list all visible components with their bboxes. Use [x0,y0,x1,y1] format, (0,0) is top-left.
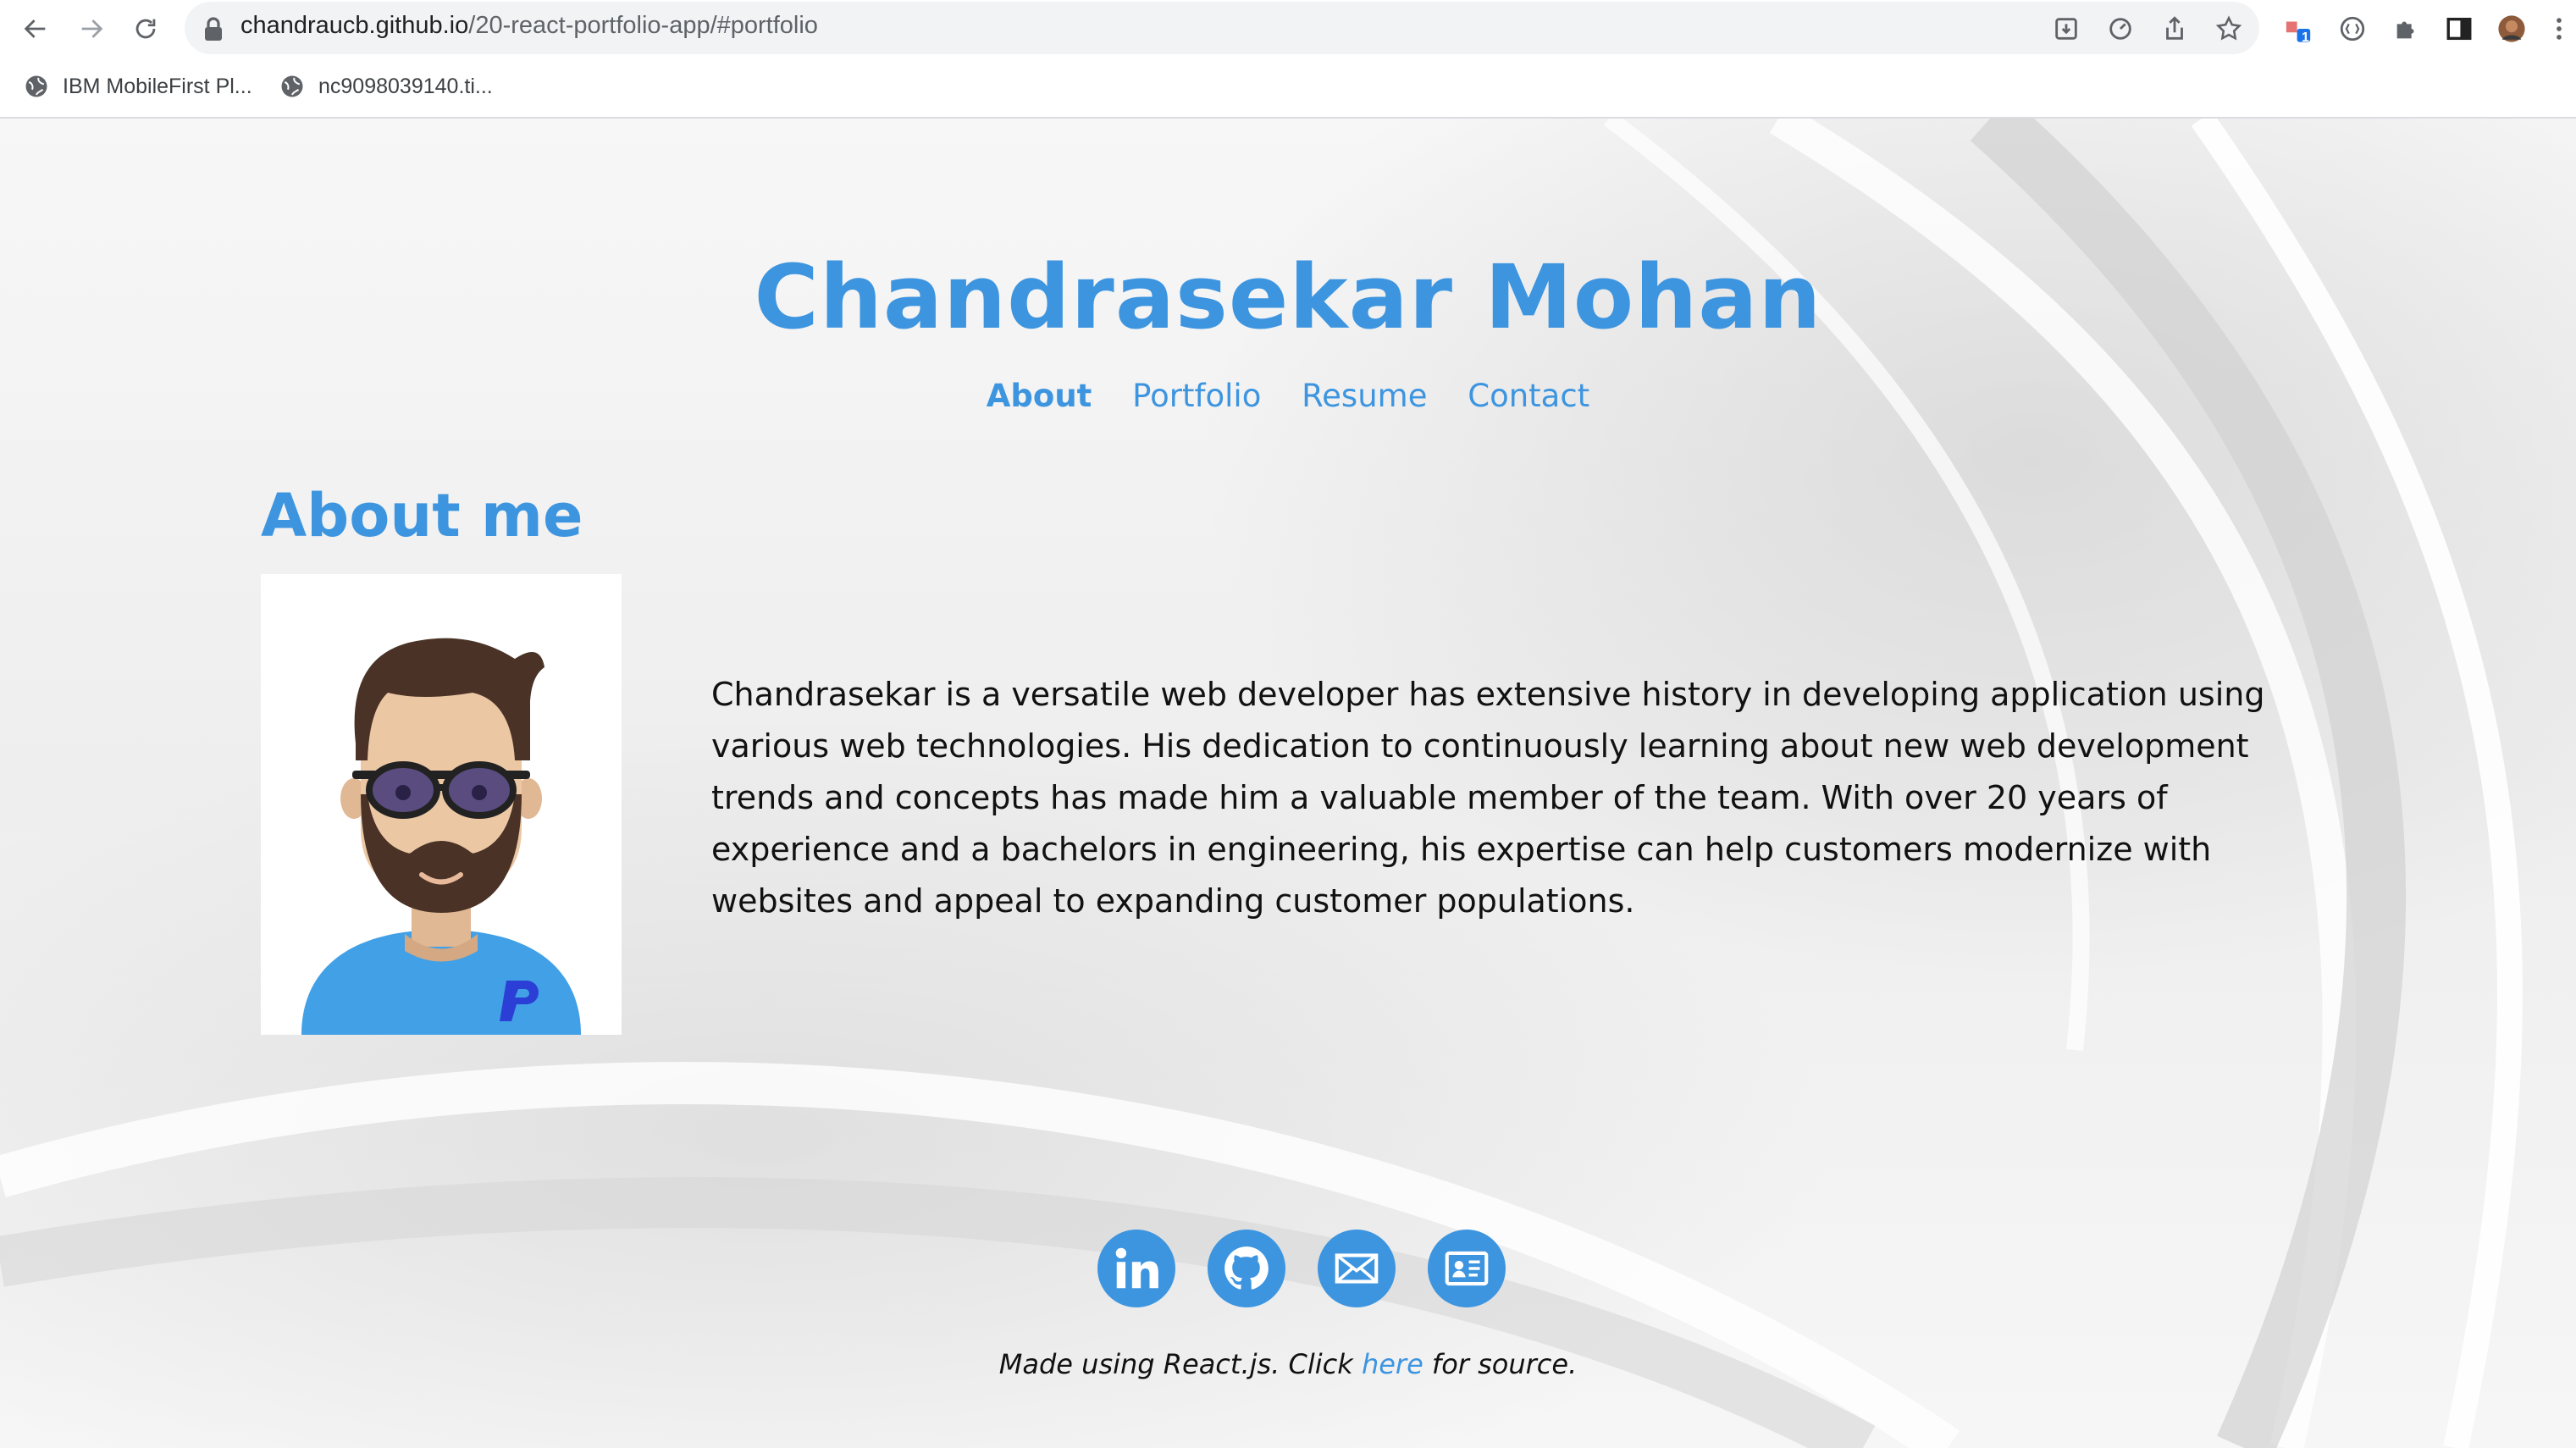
kebab-menu-icon [2557,18,2562,40]
site-title: Chandrasekar Mohan [754,246,1822,349]
footer: Made using React.js. Click here for sour… [0,1348,2576,1380]
performance-button[interactable] [2103,12,2137,46]
footer-source-link[interactable]: here [1362,1348,1423,1380]
brackets-circle-icon [2340,16,2365,41]
reload-button[interactable] [127,10,164,47]
footer-prefix: Made using React.js. Click [998,1348,1362,1380]
url-text[interactable]: chandraucb.github.io/20-react-portfolio-… [240,12,818,40]
about-paragraph: Chandrasekar is a versatile web develope… [711,676,2265,920]
install-icon [2055,18,2077,40]
page-content: Chandrasekar Mohan About Portfolio Resum… [0,119,2576,1448]
extensions-menu-button[interactable] [2390,12,2424,46]
nav-link-portfolio[interactable]: Portfolio [1132,378,1261,414]
cartoon-avatar-icon [301,638,581,1035]
email-link[interactable] [1318,1230,1396,1307]
profile-button[interactable] [2495,12,2529,46]
back-button[interactable] [17,10,54,47]
browser-menu-button[interactable] [2551,12,2568,46]
gauge-icon [2109,18,2131,40]
lock-icon [205,17,222,41]
reload-icon [135,19,156,39]
side-panel-icon [2446,17,2472,41]
bookmark-label: IBM MobileFirst Pl... [63,74,252,98]
back-arrow-icon [24,19,46,38]
avatar [2498,15,2525,42]
globe-icon [25,75,47,97]
nav-link-contact[interactable]: Contact [1468,378,1589,414]
extension-badge-count: 1 [2302,30,2309,45]
resume-link[interactable] [1428,1230,1506,1307]
linkedin-link[interactable] [1097,1230,1175,1307]
linkedin-icon [1115,1247,1158,1289]
nav-link-resume[interactable]: Resume [1302,378,1427,414]
star-icon [2215,15,2242,41]
extension-badge-button[interactable]: 1 [2281,12,2315,46]
footer-suffix: for source. [1423,1348,1578,1380]
forward-arrow-icon [81,19,103,38]
side-panel-button[interactable] [2442,12,2476,46]
forward-button[interactable] [73,10,110,47]
browser-toolbar: chandraucb.github.io/20-react-portfolio-… [0,0,2576,56]
about-heading: About me [261,481,583,550]
github-icon [1224,1246,1269,1290]
mail-icon [1335,1253,1379,1284]
bookmark-label: nc9098039140.ti... [318,74,493,98]
id-card-icon [1445,1251,1489,1286]
globe-icon [281,75,303,97]
bookmark-item-ibm[interactable]: IBM MobileFirst Pl... [24,69,252,103]
share-button[interactable] [2158,12,2192,46]
bookmarks-bar: IBM MobileFirst Pl... nc9098039140.ti... [0,56,2576,119]
extension-button[interactable] [2336,12,2369,46]
nav-link-about[interactable]: About [987,378,1092,414]
share-icon [2166,16,2183,40]
bookmark-star-button[interactable] [2212,12,2246,46]
puzzle-icon [2396,21,2414,39]
avatar-image [261,574,622,1035]
install-app-button[interactable] [2049,12,2083,46]
site-nav: About Portfolio Resume Contact [0,378,2576,414]
bookmark-item-nc[interactable]: nc9098039140.ti... [279,69,493,103]
url-host: chandraucb.github.io [240,12,469,39]
url-path: /20-react-portfolio-app/#portfolio [468,12,818,39]
github-link[interactable] [1208,1230,1285,1307]
